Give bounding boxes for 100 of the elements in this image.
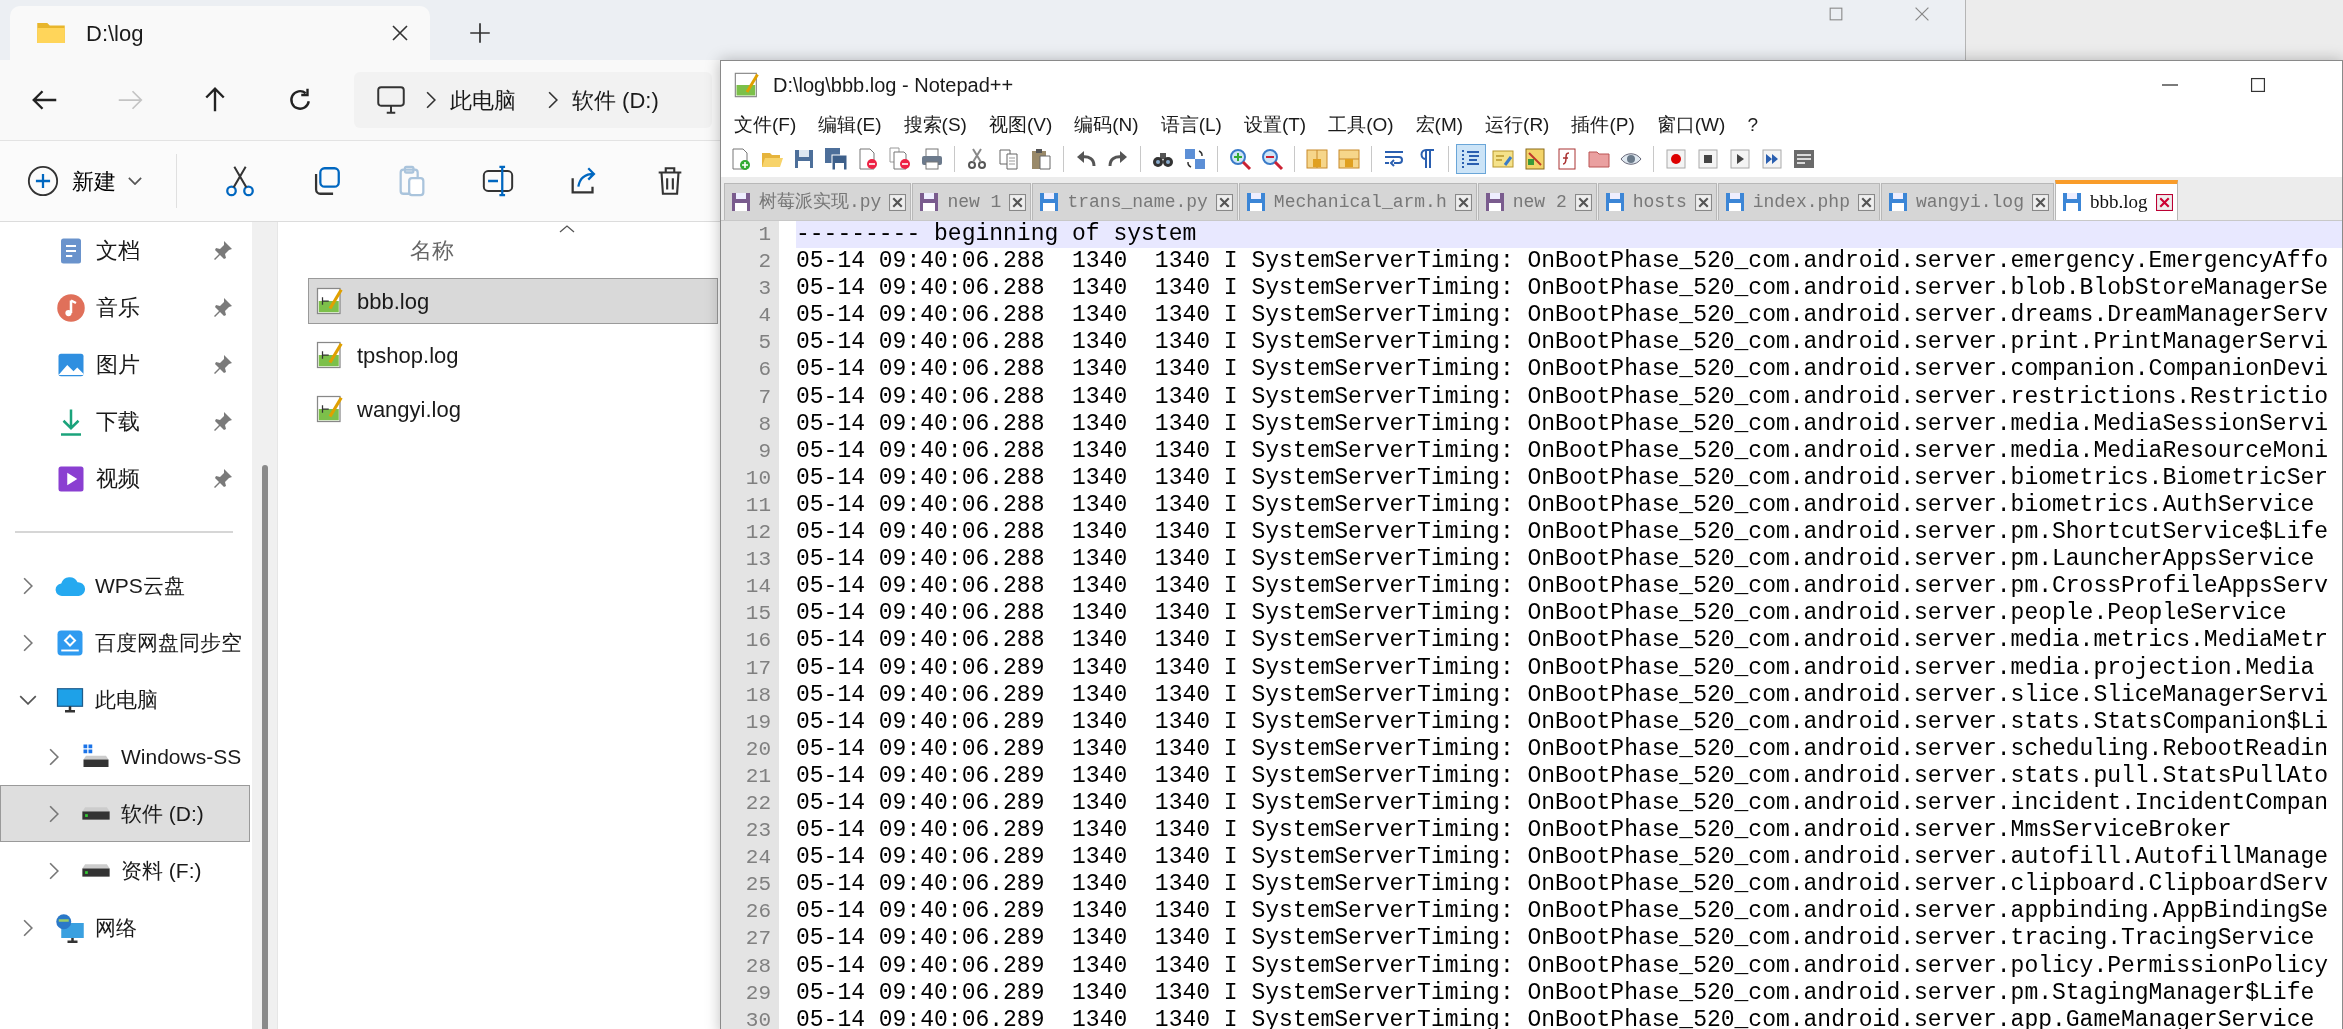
line-number: 13	[721, 546, 779, 574]
code-line: 05-14 09:40:06.289 1340 1340 I SystemServerTiming: OnBootPhase_520_com.android.server.clipboard.ClipboardServ	[796, 871, 2330, 899]
line-number: 12	[721, 519, 779, 547]
fast-forward-icon	[1760, 147, 1784, 171]
tab-close-button[interactable]	[1454, 193, 1472, 211]
save-macro-icon	[1792, 147, 1816, 171]
new-button[interactable]: 新建	[26, 164, 156, 198]
drive-icon	[81, 863, 111, 878]
tab-close-button[interactable]	[2155, 193, 2173, 211]
menu-item[interactable]: 编辑(E)	[807, 110, 893, 140]
line-number: 18	[721, 681, 779, 709]
breadcrumb-item[interactable]: 此电脑	[436, 83, 530, 117]
editor-tab[interactable]: bbb.log	[2054, 180, 2178, 220]
menu-item[interactable]: 窗口(W)	[1645, 110, 1737, 140]
indent-guide-button[interactable]	[1456, 144, 1486, 174]
line-number: 17	[721, 654, 779, 682]
explorer-tab[interactable]: D:\log	[10, 6, 430, 60]
plus-icon	[467, 20, 493, 46]
code-line: 05-14 09:40:06.288 1340 1340 I SystemServerTiming: OnBootPhase_520_com.android.server.restrictions.Restrictio	[796, 383, 2330, 411]
app-icon	[733, 71, 761, 99]
line-number: 15	[721, 600, 779, 628]
code-line: 05-14 09:40:06.289 1340 1340 I SystemServerTiming: OnBootPhase_520_com.android.server.policy.PermissionPolicy	[796, 952, 2330, 980]
tab-close-button[interactable]	[1574, 193, 1592, 211]
menu-item[interactable]: 搜索(S)	[892, 110, 978, 140]
network-icon	[55, 912, 85, 943]
code-line: 05-14 09:40:06.288 1340 1340 I SystemServerTiming: OnBootPhase_520_com.android.server.pm.CrossProfileAppsServ	[796, 573, 2330, 601]
line-number: 8	[721, 410, 779, 438]
plus-circle-icon	[26, 164, 60, 198]
line-number: 2	[721, 248, 779, 276]
line-number: 24	[721, 844, 779, 872]
menu-item[interactable]: 视图(V)	[977, 110, 1064, 140]
file-item[interactable]: tpshop.log	[308, 332, 718, 378]
menu-item[interactable]: 插件(P)	[1560, 110, 1646, 140]
code-line: 05-14 09:40:06.289 1340 1340 I SystemServerTiming: OnBootPhase_520_com.android.server.appbinding.AppBindingSe	[796, 898, 2330, 926]
menu-item[interactable]: ?	[1736, 110, 1769, 140]
line-number: 9	[721, 437, 779, 465]
code-line: 05-14 09:40:06.288 1340 1340 I SystemServerTiming: OnBootPhase_520_com.android.server.media.MediaSessionServi	[796, 410, 2330, 438]
record-icon	[1664, 147, 1688, 171]
scrollbar[interactable]	[261, 465, 268, 1029]
breadcrumb-item[interactable]: 软件 (D:)	[558, 83, 673, 117]
menu-item[interactable]: 宏(M)	[1404, 110, 1475, 140]
line-number: 28	[721, 952, 779, 980]
tab-close-button[interactable]	[1857, 193, 1875, 211]
file-item[interactable]: bbb.log	[308, 278, 718, 324]
scissors-icon	[223, 164, 257, 198]
quick-access-item[interactable]: 下载	[0, 393, 250, 450]
tab-close-button[interactable]	[2031, 193, 2049, 211]
close-file-icon	[856, 147, 880, 171]
code-line: 05-14 09:40:06.288 1340 1340 I SystemServerTiming: OnBootPhase_520_com.android.server.biometrics.AuthService	[796, 491, 2316, 520]
code-line: 05-14 09:40:06.288 1340 1340 I SystemServerTiming: OnBootPhase_520_com.android.server.biometrics.BiometricSer	[796, 464, 2330, 492]
quick-access-item[interactable]: 图片	[0, 336, 250, 393]
tab-close-button[interactable]	[889, 193, 907, 211]
quick-access-item[interactable]: 视频	[0, 450, 250, 507]
tree-item[interactable]: Windows-SS	[0, 728, 250, 785]
chevron-right-icon	[426, 91, 436, 109]
sync-horizontal-icon	[1337, 147, 1361, 171]
code-line: 05-14 09:40:06.288 1340 1340 I SystemServerTiming: OnBootPhase_520_com.android.server.emergency.EmergencyAffo	[796, 248, 2330, 276]
tree-item[interactable]: 软件 (D:)	[0, 785, 250, 842]
tab-close-button[interactable]	[1215, 193, 1233, 211]
menu-item[interactable]: 设置(T)	[1232, 110, 1318, 140]
line-number: 10	[721, 464, 779, 492]
column-header[interactable]: 名称	[410, 233, 454, 267]
code-line: 05-14 09:40:06.289 1340 1340 I SystemServerTiming: OnBootPhase_520_com.android.server.tracing.TracingService	[796, 925, 2316, 953]
code-line: 05-14 09:40:06.289 1340 1340 I SystemServerTiming: OnBootPhase_520_com.android.server.slice.SliceManagerServi	[796, 681, 2330, 709]
menu-item[interactable]: 编码(N)	[1063, 110, 1150, 140]
line-number: 7	[721, 383, 779, 411]
code-line: 05-14 09:40:06.288 1340 1340 I SystemServerTiming: OnBootPhase_520_com.android.server.dreams.DreamManagerServ	[796, 302, 2330, 330]
tree-item[interactable]: 资料 (F:)	[0, 842, 250, 899]
quick-access-item[interactable]: 音乐	[0, 279, 250, 336]
close-all-icon	[888, 147, 912, 171]
code-line: 05-14 09:40:06.289 1340 1340 I SystemServerTiming: OnBootPhase_520_com.android.server.incident.IncidentCompan	[796, 789, 2330, 818]
copy-icon	[997, 147, 1021, 171]
code-line: 05-14 09:40:06.289 1340 1340 I SystemServerTiming: OnBootPhase_520_com.android.server.pm.StagingManager$Life	[796, 979, 2316, 1007]
file-item[interactable]: wangyi.log	[308, 386, 718, 432]
menu-item[interactable]: 工具(O)	[1317, 110, 1405, 140]
sort-caret-icon[interactable]	[558, 224, 576, 234]
quick-access-item[interactable]: 文档	[0, 222, 250, 279]
print-icon	[920, 147, 944, 171]
menu-item[interactable]: 语言(L)	[1149, 110, 1233, 140]
code-line: 05-14 09:40:06.288 1340 1340 I SystemServerTiming: OnBootPhase_520_com.android.server.blob.BlobStoreManagerSe	[796, 275, 2330, 303]
code-line: 05-14 09:40:06.288 1340 1340 I SystemServerTiming: OnBootPhase_520_com.android.server.pm.ShortcutService$Life	[796, 519, 2330, 547]
tree-item[interactable]: 此电脑	[0, 671, 250, 728]
code-line: 05-14 09:40:06.289 1340 1340 I SystemServerTiming: OnBootPhase_520_com.android.server.media.projection.Media	[796, 654, 2316, 682]
line-number: 14	[721, 573, 779, 601]
tree-item[interactable]: 百度网盘同步空	[0, 614, 250, 671]
tree-item[interactable]: 网络	[0, 899, 250, 956]
line-number: 16	[721, 627, 779, 655]
line-number: 27	[721, 925, 779, 953]
chevron-down-icon	[128, 177, 142, 185]
menu-item[interactable]: 运行(R)	[1474, 110, 1561, 140]
log-file-icon	[315, 394, 345, 424]
address-bar[interactable]: 此电脑 软件 (D:)	[354, 72, 712, 128]
replace-icon	[1183, 147, 1207, 171]
tab-close-button[interactable]	[1694, 193, 1712, 211]
line-number: 19	[721, 708, 779, 736]
line-number: 22	[721, 789, 779, 818]
tab-close-button[interactable]	[1009, 193, 1027, 211]
drive-icon	[81, 806, 111, 821]
tree-item[interactable]: WPS云盘	[0, 557, 250, 614]
menu-item[interactable]: 文件(F)	[723, 110, 808, 140]
